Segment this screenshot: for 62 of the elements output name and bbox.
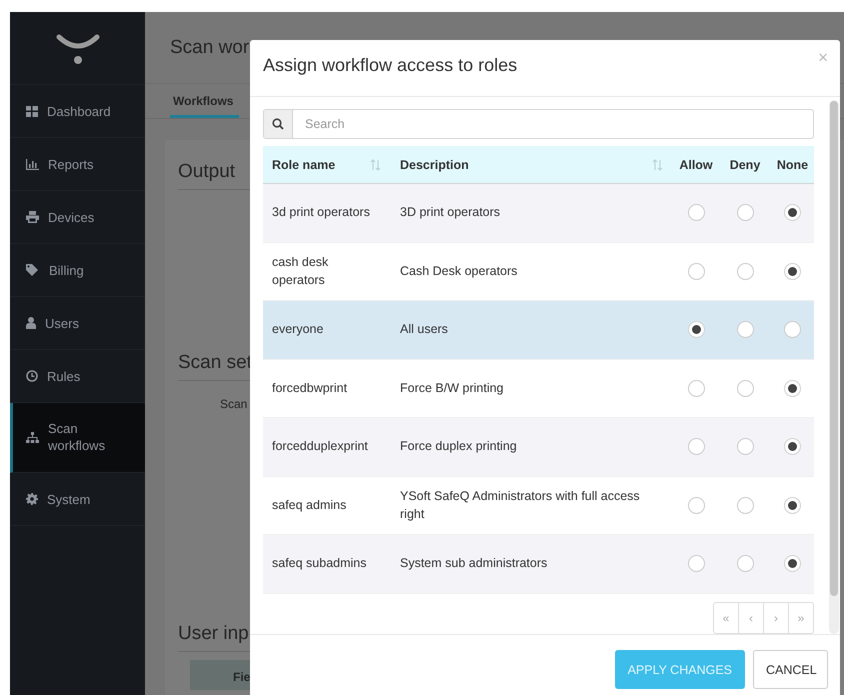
table-row[interactable]: forcedduplexprint Force duplex printing [263,418,814,476]
radio-button[interactable] [736,321,754,338]
table-row[interactable]: 3d print operators 3D print operators [263,184,814,242]
dialog-title: Assign workflow access to roles [263,54,518,76]
role-description: System sub administrators [399,555,548,572]
role-name: 3d print operators [271,204,371,222]
sort-icon[interactable] [370,158,381,170]
radio-button[interactable] [688,380,704,397]
radio-button[interactable] [736,438,754,456]
column-header[interactable]: Allow [673,158,719,172]
radio-button[interactable] [784,204,801,222]
field-label: Scan [220,397,248,411]
sitemap-icon [26,432,39,443]
radio-button[interactable] [688,496,704,514]
radio-button[interactable] [784,438,801,456]
radio-button[interactable] [784,380,801,397]
table-row[interactable]: safeq subadmins System sub administrators [263,535,814,594]
grid-icon [26,106,38,116]
radio-button[interactable] [736,262,754,280]
radio-button[interactable] [688,438,704,456]
search-field[interactable]: Search [293,109,814,139]
role-description: YSoft SafeQ Administrators with full access right [399,488,641,524]
search-icon [263,109,293,139]
radio-button[interactable] [784,555,801,572]
bar-chart-icon [26,158,39,170]
radio-button[interactable] [688,555,704,572]
printer-icon [26,211,39,223]
tab[interactable]: Workflows [170,84,240,118]
role-description: Force B/W printing [399,380,505,397]
role-name: safeq subadmins [271,555,368,572]
role-description: All users [399,321,449,338]
radio-button[interactable] [736,555,754,572]
gear-icon [26,493,38,505]
radio-button[interactable] [688,262,704,280]
sort-icon[interactable] [652,158,663,170]
page-title: Scan wor [170,37,250,59]
role-name: cash desk operators [271,254,330,290]
role-name: forcedbwprint [271,380,348,397]
radio-button[interactable] [688,321,704,338]
radio-button[interactable] [688,204,704,222]
radio-button[interactable] [784,321,801,338]
sidebar-item[interactable]: Scan workflows [10,403,145,473]
column-header[interactable]: None [771,158,814,172]
column-header[interactable]: Description [391,158,673,172]
role-description: Cash Desk operators [399,262,518,280]
radio-button[interactable] [736,204,754,222]
user-icon [26,317,36,329]
radio-button[interactable] [784,496,801,514]
column-header[interactable]: Deny [719,158,771,172]
role-description: 3D print operators [399,204,502,222]
radio-button[interactable] [784,262,801,280]
cancel-button[interactable]: CANCEL [753,650,828,689]
role-description: Force duplex printing [399,438,518,456]
radio-button[interactable] [736,380,754,397]
tag-icon [26,264,40,276]
role-name: everyone [271,321,324,338]
role-name: safeq admins [271,496,348,514]
role-name: forcedduplexprint [271,438,369,456]
table-row[interactable]: everyone All users [263,301,814,360]
clock-icon [26,370,38,382]
scrollbar[interactable] [829,100,839,634]
radio-button[interactable] [736,496,754,514]
